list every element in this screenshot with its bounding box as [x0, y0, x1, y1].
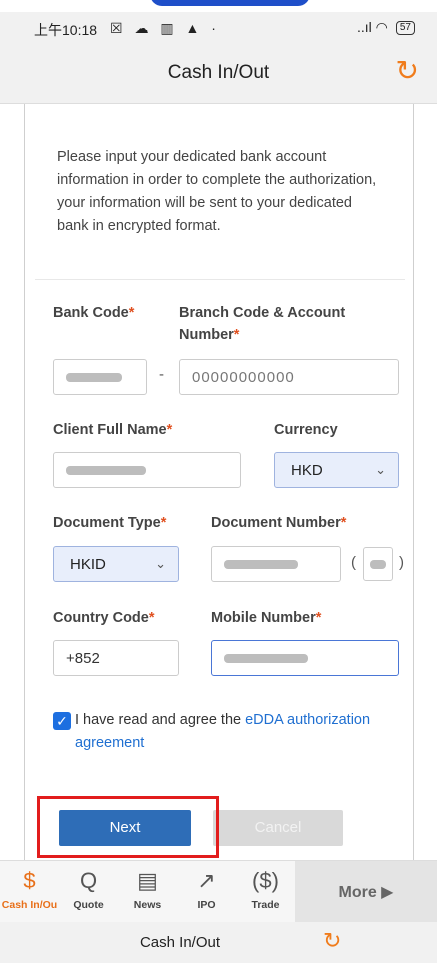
masked-value — [66, 465, 146, 475]
ipo-chart-icon: ↗ — [197, 868, 216, 893]
top-strip — [0, 0, 437, 12]
bank-code-field[interactable] — [53, 359, 147, 395]
masked-value — [370, 559, 386, 569]
trade-icon: ($) — [252, 868, 279, 893]
mobile-number-label: Mobile Number* — [211, 610, 322, 626]
footer-title: Cash In/Out — [139, 934, 221, 951]
refresh-icon[interactable]: ↻ — [323, 928, 341, 954]
doc-type-label: Document Type* — [53, 515, 167, 531]
tab-quote[interactable]: Q Quote — [59, 861, 118, 922]
status-time: 上午10:18 — [34, 22, 98, 38]
account-number-field[interactable]: 00000000000 — [179, 359, 399, 395]
currency-value: HKD — [291, 461, 323, 479]
news-icon: ▤ — [137, 868, 158, 893]
cancel-button[interactable]: Cancel — [213, 810, 343, 846]
doc-type-select[interactable]: HKID ⌄ — [53, 546, 179, 582]
paren-open: ( — [351, 554, 356, 571]
country-code-label: Country Code* — [53, 610, 155, 626]
footer-bar: Cash In/Out ↻ — [0, 922, 437, 963]
masked-value — [224, 653, 308, 663]
more-button[interactable]: More ▶ — [295, 861, 437, 922]
chevron-down-icon: ⌄ — [375, 462, 386, 477]
tab-trade[interactable]: ($) Trade — [236, 861, 295, 922]
doc-number-field[interactable] — [211, 546, 341, 582]
currency-label: Currency — [274, 422, 338, 438]
doc-check-digit-field[interactable] — [363, 547, 393, 581]
doc-type-value: HKID — [70, 555, 106, 573]
status-bar: 上午10:18 ☒ ☁ ▥ ▲ · ..ıl ◠ 57 — [0, 12, 437, 42]
status-indicators: ☒ ☁ ▥ ▲ · — [110, 20, 220, 36]
branch-account-label: Branch Code & Account Number* — [179, 305, 346, 343]
chevron-down-icon: ⌄ — [155, 556, 166, 571]
mobile-number-field[interactable] — [211, 640, 399, 676]
currency-select[interactable]: HKD ⌄ — [274, 452, 399, 488]
signal-icon: ..ıl ◠ — [356, 19, 388, 35]
divider — [35, 279, 405, 280]
page-header: Cash In/Out ↻ — [0, 42, 437, 104]
masked-value — [66, 372, 122, 382]
client-name-field[interactable] — [53, 452, 241, 488]
bank-code-label: Bank Code* — [53, 305, 135, 321]
top-decoration — [150, 0, 310, 6]
status-right: ..ıl ◠ 57 — [357, 19, 415, 36]
masked-value — [224, 559, 298, 569]
battery-icon: 57 — [395, 20, 415, 35]
client-name-label: Client Full Name* — [53, 422, 173, 438]
cash-icon: $ — [23, 868, 36, 893]
page-title: Cash In/Out — [167, 62, 270, 83]
highlight-box — [37, 796, 219, 858]
agreement-text: I have read and agree the eDDA authoriza… — [75, 712, 371, 751]
intro-text: Please input your dedicated bank account… — [57, 149, 377, 234]
agree-checkbox[interactable]: ✓ — [53, 712, 71, 730]
separator: - — [159, 366, 164, 383]
quote-icon: Q — [79, 868, 98, 893]
tab-news[interactable]: ▤ News — [118, 861, 177, 922]
tab-ipo[interactable]: ↗ IPO — [177, 861, 236, 922]
form-card: Please input your dedicated bank account… — [24, 104, 414, 860]
refresh-icon[interactable]: ↻ — [396, 56, 419, 86]
country-code-field[interactable]: +852 — [53, 640, 179, 676]
bottom-tab-bar: $ Cash In/Ou Q Quote ▤ News ↗ IPO ($) Trade M… — [0, 860, 437, 922]
tab-cash-in-out[interactable]: $ Cash In/Ou — [0, 861, 59, 922]
paren-close: ) — [399, 554, 404, 571]
doc-number-label: Document Number* — [211, 515, 347, 531]
